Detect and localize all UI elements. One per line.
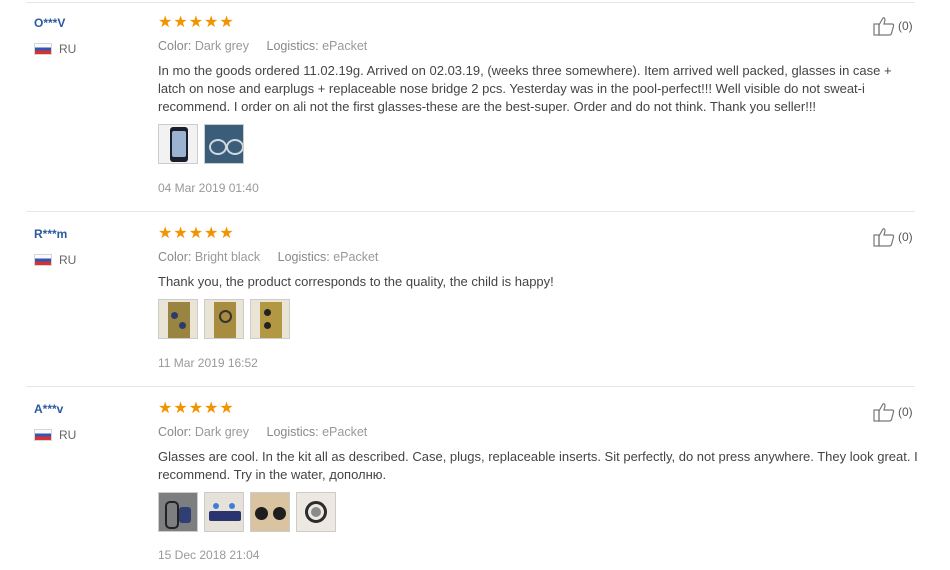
review-photo[interactable] [250,492,290,532]
helpful-button[interactable]: (0) [873,402,913,422]
reviews-list: O***V RU ★★★★★ Color: Dark grey Logistic… [0,0,950,570]
reviewer-name: A***v [34,402,64,416]
logistics-value: ePacket [333,250,379,264]
reviewer-name: R***m [34,227,68,241]
russia-flag-icon [34,429,52,441]
color-label: Color: [158,250,192,264]
thumbs-up-icon [873,17,895,36]
review-photos [158,124,244,164]
review-date: 04 Mar 2019 01:40 [158,181,259,195]
reviewer-name: O***V [34,16,66,30]
reviewer-country: RU [34,253,76,267]
color-value: Dark grey [194,39,250,53]
review-photo[interactable] [250,299,290,339]
review-meta: Color: Dark grey Logistics: ePacket [158,425,381,439]
helpful-count: (0) [898,19,913,33]
review-date: 11 Mar 2019 16:52 [158,356,258,370]
review-photo[interactable] [296,492,336,532]
russia-flag-icon [34,254,52,266]
divider [26,386,915,387]
reviewer-country: RU [34,428,76,442]
helpful-count: (0) [898,230,913,244]
review-photo[interactable] [204,492,244,532]
color-value: Dark grey [194,425,250,439]
review-meta: Color: Dark grey Logistics: ePacket [158,39,381,53]
review-text: Thank you, the product corresponds to th… [158,274,554,289]
review-photo[interactable] [158,492,198,532]
star-rating: ★★★★★ [158,225,235,242]
divider [26,211,915,212]
helpful-button[interactable]: (0) [873,16,913,36]
review-text: In mo the goods ordered 11.02.19g. Arriv… [158,63,892,114]
logistics-label: Logistics: [266,425,319,439]
country-code: RU [59,428,77,442]
review-photo[interactable] [204,299,244,339]
review-photo[interactable] [158,124,198,164]
thumbs-up-icon [873,228,895,247]
country-code: RU [59,253,77,267]
review-photos [158,299,290,339]
review-photo[interactable] [204,124,244,164]
thumbs-up-icon [873,403,895,422]
color-label: Color: [158,425,192,439]
star-rating: ★★★★★ [158,14,235,31]
logistics-label: Logistics: [277,250,330,264]
helpful-count: (0) [898,405,913,419]
logistics-value: ePacket [322,39,368,53]
color-label: Color: [158,39,192,53]
logistics-label: Logistics: [266,39,319,53]
review-meta: Color: Bright black Logistics: ePacket [158,250,392,264]
review-photo[interactable] [158,299,198,339]
color-value: Bright black [194,250,261,264]
review-photos [158,492,336,532]
review-text: Glasses are cool. In the kit all as desc… [158,449,918,482]
country-code: RU [59,42,77,56]
divider [26,2,915,3]
logistics-value: ePacket [322,425,368,439]
review-date: 15 Dec 2018 21:04 [158,548,260,562]
star-rating: ★★★★★ [158,400,235,417]
helpful-button[interactable]: (0) [873,227,913,247]
reviewer-country: RU [34,42,76,56]
russia-flag-icon [34,43,52,55]
